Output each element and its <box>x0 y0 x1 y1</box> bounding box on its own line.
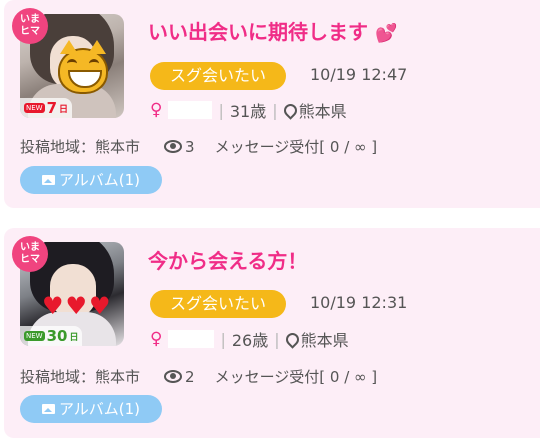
image-icon <box>41 404 55 414</box>
eye-icon <box>164 140 183 153</box>
post-timestamp: 10/19 12:31 <box>310 293 408 312</box>
location: 熊本県 <box>280 98 347 122</box>
nickname-redacted <box>168 330 215 348</box>
new-tag: NEW <box>24 331 45 341</box>
heart-stickers-icon: ♥♥♥ <box>42 292 113 320</box>
post-title-text[interactable]: いい出会いに期待します <box>148 20 368 44</box>
nickname-redacted <box>168 101 213 119</box>
days-badge: NEW 30 日 <box>20 326 83 346</box>
age: 26歳 <box>231 331 269 350</box>
days-badge: NEW 7 日 <box>20 98 73 118</box>
view-count: 3 <box>185 137 195 156</box>
post-card[interactable]: ♥♥♥ NEW 30 日 いま ヒマ 今から会える方！ スグ会いたい 10/19… <box>4 228 540 438</box>
post-timestamp: 10/19 12:47 <box>310 65 408 84</box>
area-label: 投稿地域：熊本市 <box>20 138 141 156</box>
album-label: アルバム(1) <box>58 400 141 418</box>
imahima-badge: いま ヒマ <box>12 8 48 44</box>
area-label: 投稿地域：熊本市 <box>20 368 141 386</box>
prefecture: 熊本県 <box>300 331 349 350</box>
cat-emoji-sticker-icon <box>58 40 108 94</box>
female-icon: ♀ <box>150 329 163 349</box>
imahima-badge: いま ヒマ <box>12 236 48 272</box>
image-icon <box>41 175 55 185</box>
status-badge: スグ会いたい <box>150 290 286 318</box>
post-meta: 投稿地域：熊本市 2 メッセージ受付[ 0 / ∞ ] <box>20 366 377 387</box>
separator: | <box>220 329 226 349</box>
imahima-badge-text: いま ヒマ <box>20 242 40 265</box>
separator: | <box>274 329 280 349</box>
days-unit: 日 <box>59 104 69 115</box>
status-badge: スグ会いたい <box>150 62 286 90</box>
map-pin-icon <box>280 101 300 120</box>
map-pin-icon <box>282 330 302 349</box>
message-status: メッセージ受付[ 0 / ∞ ] <box>214 368 378 386</box>
album-button[interactable]: アルバム(1) <box>20 395 162 423</box>
view-count: 2 <box>185 367 195 386</box>
post-title-text[interactable]: 今から会える方！ <box>148 249 307 273</box>
days-number: 30 <box>46 327 68 345</box>
post-title[interactable]: いい出会いに期待します 💕 <box>148 16 397 45</box>
post-meta: 投稿地域：熊本市 3 メッセージ受付[ 0 / ∞ ] <box>20 136 377 157</box>
message-status: メッセージ受付[ 0 / ∞ ] <box>214 138 378 156</box>
prefecture: 熊本県 <box>298 102 347 121</box>
age: 31歳 <box>229 102 267 121</box>
female-icon: ♀ <box>150 100 163 120</box>
post-card[interactable]: NEW 7 日 いま ヒマ いい出会いに期待します 💕 スグ会いたい 10/19… <box>4 0 540 208</box>
separator: | <box>272 100 278 120</box>
location: 熊本県 <box>282 327 349 351</box>
heart-icon: 💕 <box>374 23 398 44</box>
album-label: アルバム(1) <box>58 171 141 189</box>
imahima-badge-text: いま ヒマ <box>20 14 40 37</box>
post-title[interactable]: 今から会える方！ <box>148 245 307 274</box>
days-number: 7 <box>46 99 58 117</box>
album-button[interactable]: アルバム(1) <box>20 166 162 194</box>
days-unit: 日 <box>69 332 79 343</box>
profile-info: ♀ | 26歳 | 熊本県 <box>150 327 349 351</box>
eye-icon <box>164 370 183 383</box>
profile-info: ♀ | 31歳 | 熊本県 <box>150 98 347 122</box>
new-tag: NEW <box>24 103 45 113</box>
separator: | <box>218 100 224 120</box>
